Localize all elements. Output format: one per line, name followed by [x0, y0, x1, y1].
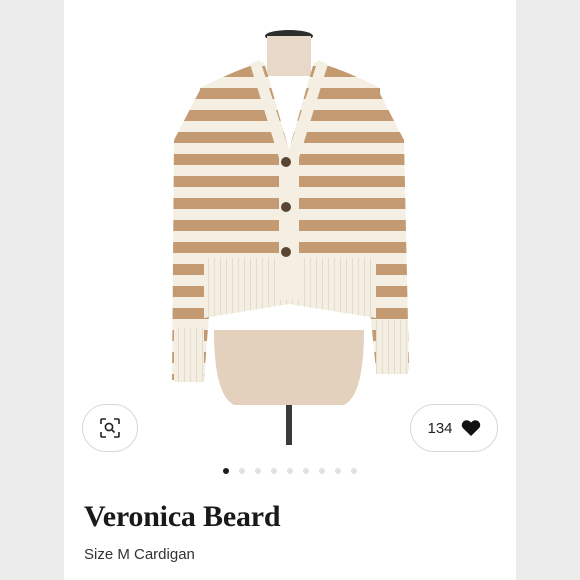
like-button[interactable]: 134: [410, 404, 498, 452]
photo-pagination: [64, 468, 516, 474]
pagination-dot[interactable]: [335, 468, 341, 474]
pagination-dot[interactable]: [255, 468, 261, 474]
size-category: Size M Cardigan: [84, 546, 195, 563]
listing-card: 134 Veronica Beard Size M Cardigan: [64, 0, 516, 580]
pagination-dot[interactable]: [239, 468, 245, 474]
pagination-dot[interactable]: [271, 468, 277, 474]
pagination-dot[interactable]: [303, 468, 309, 474]
pagination-dot-active[interactable]: [223, 468, 229, 474]
brand-name[interactable]: Veronica Beard: [84, 500, 281, 534]
product-photo[interactable]: [64, 0, 516, 460]
heart-icon: [461, 420, 480, 436]
pagination-dot[interactable]: [287, 468, 293, 474]
like-count: 134: [427, 419, 453, 437]
visual-search-button[interactable]: [82, 404, 138, 452]
pagination-dot[interactable]: [319, 468, 325, 474]
cardigan-image: [172, 30, 409, 445]
visual-search-icon: [100, 418, 120, 438]
pagination-dot[interactable]: [351, 468, 357, 474]
